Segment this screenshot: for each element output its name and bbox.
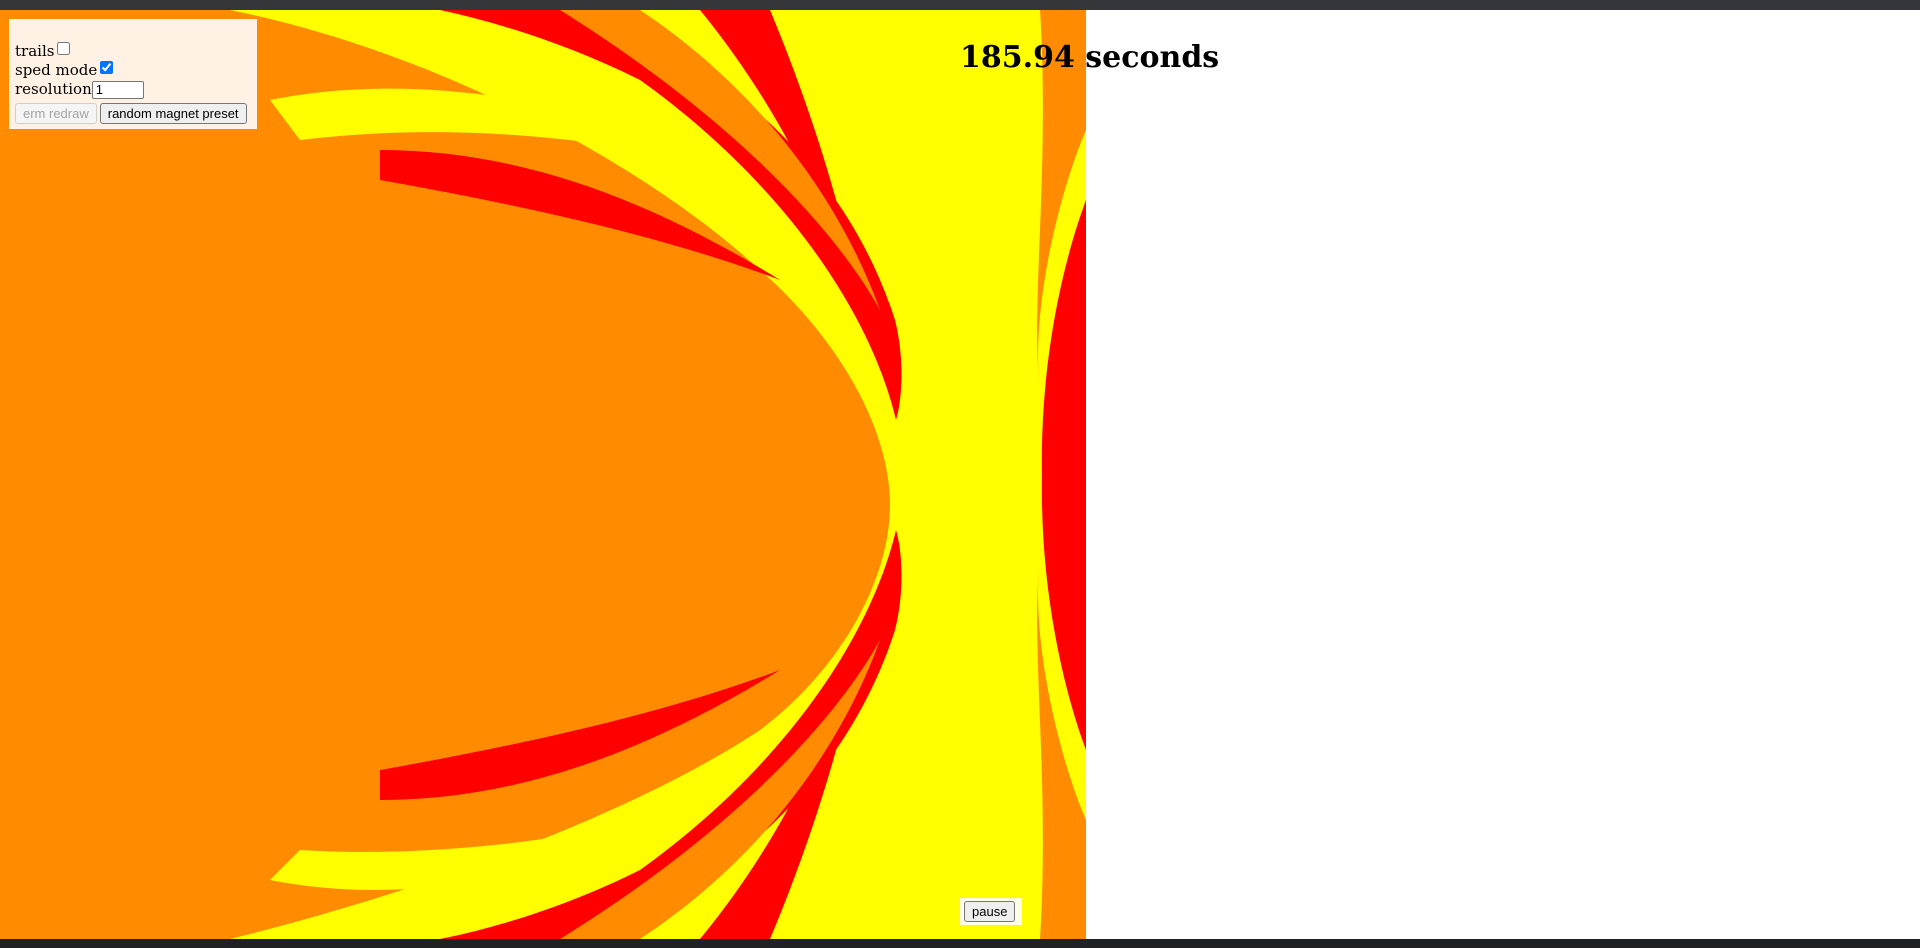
random-magnet-preset-button[interactable]: random magnet preset	[99, 103, 247, 124]
resolution-label: resolution	[15, 80, 92, 98]
resolution-input[interactable]	[91, 80, 144, 99]
sped-mode-label: sped mode	[15, 61, 98, 79]
pause-container: pause	[960, 898, 1023, 925]
pause-button[interactable]: pause	[964, 901, 1016, 922]
trails-row: trails	[15, 42, 257, 61]
sped-mode-row: sped mode	[15, 61, 257, 80]
button-row: erm redraw random magnet preset	[15, 103, 257, 124]
magnet-fractal-canvas	[0, 10, 1086, 939]
trails-label: trails	[15, 42, 55, 60]
browser-bottom-bar	[0, 939, 1920, 948]
trails-checkbox[interactable]	[57, 42, 71, 55]
redraw-button[interactable]: erm redraw	[15, 103, 97, 124]
resolution-row: resolution	[15, 80, 257, 99]
control-panel: trails sped mode resolution erm redrawra…	[9, 19, 257, 129]
elapsed-timer: 185.94 seconds	[960, 40, 1220, 75]
browser-top-bar	[0, 0, 1920, 10]
sped-mode-checkbox[interactable]	[100, 61, 114, 74]
